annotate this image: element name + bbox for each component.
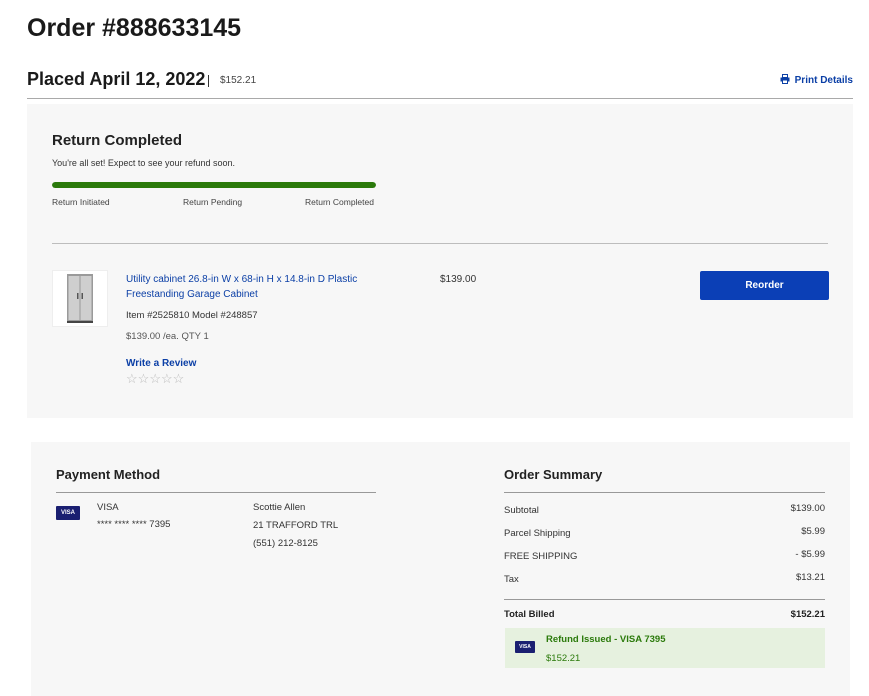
order-total: $152.21 [220,75,257,86]
summary-row-free-shipping: FREE SHIPPING - $5.99 [504,549,825,562]
total-billed-value: $152.21 [790,609,825,620]
reorder-button[interactable]: Reorder [700,271,829,300]
product-thumbnail[interactable] [52,270,108,327]
payment-method-title: Payment Method [56,467,161,482]
star-icon[interactable]: ☆ [173,371,185,386]
card-brand: VISA [97,502,119,513]
return-status-title: Return Completed [52,132,183,149]
item-model-number: Item #2525810 Model #248857 [126,310,258,321]
billing-phone: (551) 212-8125 [253,538,318,549]
total-divider [504,599,825,600]
return-progress-fill [52,182,376,188]
visa-card-icon: VISA [56,506,80,520]
summary-label: Tax [504,574,519,585]
cabinet-image [67,274,93,323]
star-icon[interactable]: ☆ [138,371,150,386]
star-icon[interactable]: ☆ [161,371,173,386]
total-billed-row: Total Billed $152.21 [504,609,825,620]
total-billed-label: Total Billed [504,609,555,620]
refund-title: Refund Issued - VISA 7395 [546,634,666,645]
order-summary-title: Order Summary [504,467,603,482]
rating-stars[interactable]: ☆☆☆☆☆ [126,371,184,387]
summary-label: Parcel Shipping [504,528,571,539]
summary-divider [504,492,825,493]
write-review-link[interactable]: Write a Review [126,358,196,369]
product-name-link[interactable]: Utility cabinet 26.8-in W x 68-in H x 14… [126,272,386,302]
refund-amount: $152.21 [546,653,581,664]
summary-row-shipping: Parcel Shipping $5.99 [504,526,825,539]
step-return-initiated: Return Initiated [52,197,110,207]
summary-value: $13.21 [795,572,825,583]
order-title: Order #888633145 [27,14,242,42]
step-return-completed: Return Completed [305,197,374,207]
line-price: $139.00 [440,274,477,285]
print-details-link[interactable]: Print Details [780,74,853,87]
step-return-pending: Return Pending [183,197,243,207]
summary-label: Subtotal [504,505,539,516]
star-icon[interactable]: ☆ [126,371,138,386]
divider [208,75,209,87]
summary-row-subtotal: Subtotal $139.00 [504,503,825,516]
summary-label: FREE SHIPPING [504,551,578,562]
summary-value: $139.00 [790,503,825,514]
card-number: **** **** **** 7395 [97,519,171,530]
printer-icon [780,74,790,87]
payment-divider [56,492,376,493]
return-status-subtitle: You're all set! Expect to see your refun… [52,158,235,168]
placed-date: Placed April 12, 2022 [27,69,206,89]
return-progress-bar [52,182,376,188]
visa-card-icon: VISA [515,641,535,653]
billing-name: Scottie Allen [253,502,306,513]
star-icon[interactable]: ☆ [149,371,161,386]
summary-row-tax: Tax $13.21 [504,572,825,585]
print-details-label: Print Details [794,75,853,86]
unit-price-quantity: $139.00 /ea. QTY 1 [126,331,209,342]
billing-address: 21 TRAFFORD TRL [253,520,339,531]
section-divider [52,243,828,244]
summary-value: - $5.99 [795,549,825,560]
summary-value: $5.99 [801,526,825,537]
header-divider [27,98,853,99]
